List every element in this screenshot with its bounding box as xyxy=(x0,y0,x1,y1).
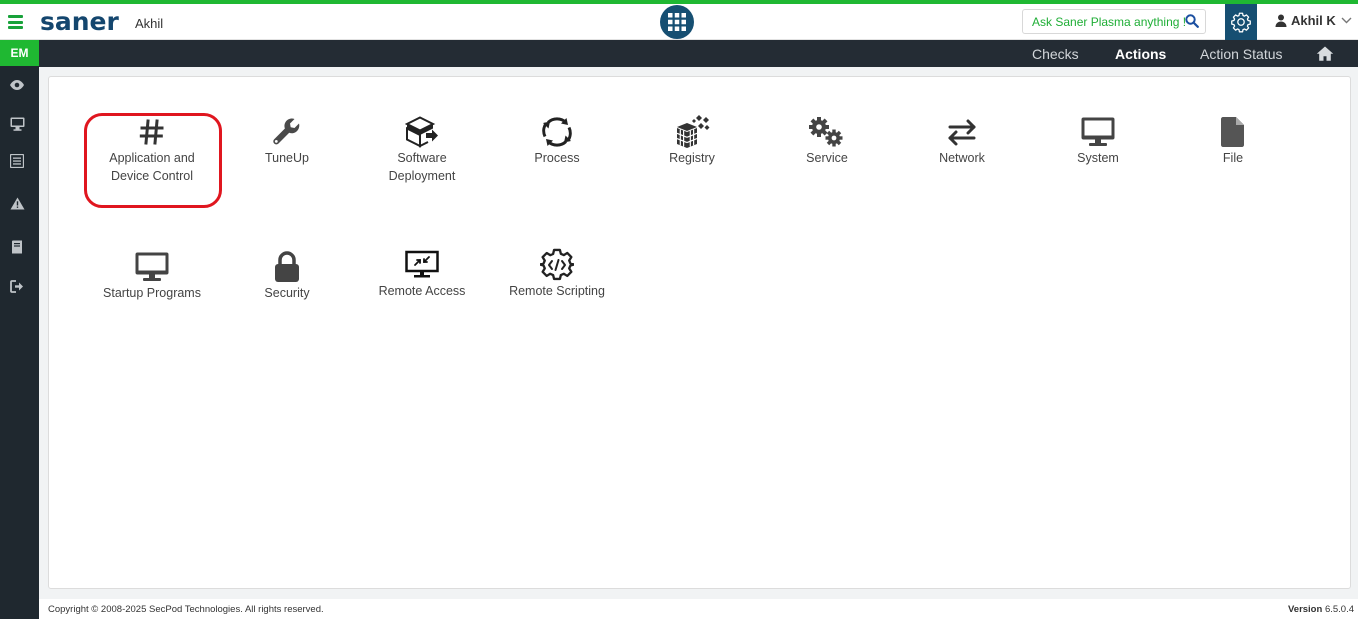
action-system[interactable]: System xyxy=(1030,115,1166,167)
action-software-deployment[interactable]: Software Deployment xyxy=(354,115,490,185)
registry-icon xyxy=(676,115,710,148)
saner-logo[interactable]: saner xyxy=(40,8,119,36)
gear-icon xyxy=(1231,12,1251,33)
action-application-device-control[interactable]: Application and Device Control xyxy=(84,115,220,185)
user-icon xyxy=(1275,14,1287,27)
top-bar: saner Akhil Ask Saner Plasma anything ! … xyxy=(0,4,1358,40)
action-service[interactable]: Service xyxy=(759,115,895,167)
action-label: File xyxy=(1222,151,1244,165)
software-deploy-icon xyxy=(405,116,438,148)
action-label: Network xyxy=(939,151,985,165)
gears-icon xyxy=(809,117,843,147)
hash-icon xyxy=(139,119,164,145)
system-monitor-icon xyxy=(1081,117,1115,146)
monitor-icon[interactable] xyxy=(9,116,25,132)
eye-icon[interactable] xyxy=(9,77,25,93)
action-label: Remote Scripting xyxy=(509,284,605,298)
action-remote-scripting[interactable]: Remote Scripting xyxy=(489,248,625,300)
apps-grid-button[interactable] xyxy=(660,5,694,39)
process-icon xyxy=(542,117,572,147)
file-icon xyxy=(1221,117,1244,147)
action-file[interactable]: File xyxy=(1165,115,1301,167)
user-menu[interactable]: Akhil K xyxy=(1275,13,1352,28)
version-label: Version xyxy=(1287,604,1323,615)
action-label: Application and Device Control xyxy=(109,151,195,183)
nav-checks[interactable]: Checks xyxy=(1032,46,1079,62)
action-label: Software Deployment xyxy=(388,151,456,183)
module-em-badge[interactable]: EM xyxy=(0,40,39,66)
action-tuneup[interactable]: TuneUp xyxy=(219,115,355,167)
ask-plasma-search[interactable]: Ask Saner Plasma anything ! xyxy=(1022,9,1206,34)
search-icon[interactable] xyxy=(1185,14,1199,28)
wrench-icon xyxy=(273,118,300,145)
chevron-down-icon xyxy=(1341,17,1352,24)
home-icon[interactable] xyxy=(1316,46,1334,61)
user-name: Akhil K xyxy=(1291,13,1336,28)
action-label: Startup Programs xyxy=(103,286,201,300)
action-startup-programs[interactable]: Startup Programs xyxy=(84,250,220,302)
action-network[interactable]: Network xyxy=(894,115,1030,167)
nav-action-status[interactable]: Action Status xyxy=(1200,46,1283,62)
action-registry[interactable]: Registry xyxy=(624,115,760,167)
action-label: Process xyxy=(534,151,580,165)
remote-scripting-icon xyxy=(540,248,574,281)
hamburger-menu-icon[interactable] xyxy=(8,15,23,29)
lock-icon xyxy=(275,251,299,282)
action-label: Security xyxy=(264,286,310,300)
action-process[interactable]: Process xyxy=(489,115,625,167)
copyright-text: Copyright © 2008-2025 SecPod Technologie… xyxy=(48,604,324,615)
list-icon[interactable] xyxy=(9,153,25,169)
action-label: Registry xyxy=(669,151,715,165)
footer: Copyright © 2008-2025 SecPod Technologie… xyxy=(39,599,1358,619)
logout-icon[interactable] xyxy=(9,278,25,294)
action-security[interactable]: Security xyxy=(219,250,355,302)
action-label: TuneUp xyxy=(264,151,309,165)
nav-actions[interactable]: Actions xyxy=(1115,46,1166,62)
apps-grid-icon xyxy=(668,13,686,31)
settings-button[interactable] xyxy=(1225,4,1257,40)
book-icon[interactable] xyxy=(9,239,25,255)
network-icon xyxy=(948,119,976,146)
action-label: Service xyxy=(806,151,848,165)
action-label: Remote Access xyxy=(378,284,466,298)
warning-icon[interactable] xyxy=(9,195,25,211)
left-sidebar: EM xyxy=(0,40,39,619)
action-remote-access[interactable]: Remote Access xyxy=(354,248,490,300)
startup-monitor-icon xyxy=(135,252,169,281)
version-number: 6.5.0.4 xyxy=(1324,604,1354,615)
organization-name: Akhil xyxy=(135,16,164,31)
version-info: Version 6.5.0.4 xyxy=(1288,604,1354,615)
ask-plasma-placeholder: Ask Saner Plasma anything ! xyxy=(1032,15,1187,29)
remote-access-icon xyxy=(405,250,439,278)
action-label: System xyxy=(1077,151,1119,165)
action-navbar: Checks Actions Action Status xyxy=(39,40,1358,67)
